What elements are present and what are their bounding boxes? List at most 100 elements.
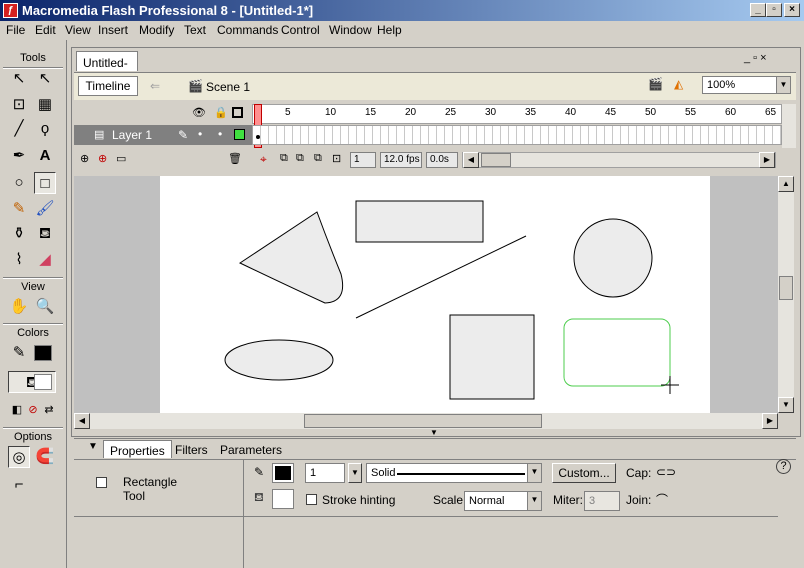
menu-window[interactable]: Window bbox=[329, 23, 372, 37]
layer-row[interactable]: ▤ Layer 1 ✎ • • bbox=[74, 125, 252, 145]
menu-text[interactable]: Text bbox=[184, 23, 206, 37]
text-tool-icon[interactable]: A bbox=[34, 145, 56, 167]
ellipse-shape[interactable] bbox=[224, 339, 334, 381]
object-drawing-icon[interactable]: ◎ bbox=[8, 446, 30, 468]
insert-folder-icon[interactable]: ▭ bbox=[116, 152, 126, 165]
menu-edit[interactable]: Edit bbox=[35, 23, 56, 37]
back-arrow-icon[interactable]: ⇐ bbox=[150, 79, 160, 93]
edit-multiple-frames-icon[interactable]: ⧉ bbox=[314, 152, 322, 165]
rectangle-shape[interactable] bbox=[355, 200, 484, 243]
menu-insert[interactable]: Insert bbox=[98, 23, 128, 37]
stage-drawing[interactable] bbox=[160, 176, 710, 413]
pen-tool-icon[interactable]: ✒ bbox=[8, 145, 30, 167]
eye-icon[interactable]: 👁 bbox=[192, 106, 206, 119]
timeline-button[interactable]: Timeline bbox=[78, 76, 138, 96]
add-motion-guide-icon[interactable]: ⊕ bbox=[98, 152, 107, 165]
stroke-color-picker[interactable] bbox=[272, 463, 294, 483]
scroll-left-icon[interactable]: ◀ bbox=[74, 413, 90, 429]
fill-color-swatch[interactable] bbox=[34, 374, 52, 390]
stroke-style-dropdown[interactable]: Solid ▼ bbox=[366, 463, 542, 483]
line-shape[interactable] bbox=[355, 235, 527, 319]
brush-tool-icon[interactable]: 🖌 bbox=[34, 198, 56, 220]
menu-file[interactable]: File bbox=[6, 23, 25, 37]
swap-colors-icon[interactable]: ⇄ bbox=[38, 399, 60, 421]
stage-hscroll[interactable]: ◀ ▶ bbox=[74, 413, 778, 429]
selected-rounded-rectangle[interactable] bbox=[563, 318, 671, 387]
outline-icon[interactable] bbox=[232, 107, 243, 118]
pencil-tool-icon[interactable]: ✎ bbox=[8, 198, 30, 220]
timeline-vscroll[interactable] bbox=[782, 104, 796, 148]
polygon-shape[interactable] bbox=[238, 211, 344, 304]
lock-icon[interactable]: 🔒 bbox=[214, 106, 228, 119]
modify-markers-icon[interactable]: ⊡ bbox=[332, 152, 341, 165]
scroll-thumb[interactable] bbox=[481, 153, 511, 167]
collapse-arrow-icon[interactable]: ▼ bbox=[88, 441, 98, 452]
close-button[interactable]: × bbox=[784, 3, 800, 17]
help-icon[interactable]: ? bbox=[776, 459, 791, 474]
add-layer-icon[interactable]: ⊕ bbox=[80, 152, 89, 165]
frame-rate[interactable]: 12.0 fps bbox=[380, 152, 422, 168]
center-frame-icon[interactable]: ⌖ bbox=[260, 152, 267, 167]
hand-tool-icon[interactable]: ✋ bbox=[8, 296, 30, 318]
tab-parameters[interactable]: Parameters bbox=[214, 440, 288, 458]
outline-color-icon[interactable] bbox=[234, 129, 245, 140]
keyframe-dot[interactable] bbox=[256, 135, 260, 139]
stroke-height-input[interactable]: 1 bbox=[305, 463, 345, 483]
stroke-hinting-checkbox[interactable] bbox=[306, 494, 317, 505]
onion-skin-icon[interactable]: ⧉ bbox=[280, 152, 288, 165]
stage[interactable] bbox=[160, 176, 710, 413]
frame-row[interactable] bbox=[252, 125, 782, 145]
eraser-tool-icon[interactable]: ◢ bbox=[34, 249, 56, 271]
onion-outlines-icon[interactable]: ⧉ bbox=[296, 152, 304, 165]
oval-tool-icon[interactable]: ○ bbox=[8, 172, 30, 194]
maximize-button[interactable]: ▫ bbox=[766, 3, 782, 17]
doc-window-controls[interactable]: _ ▫ × bbox=[744, 52, 767, 64]
subselection-tool-icon[interactable]: ↖ bbox=[34, 68, 56, 90]
scroll-right-icon[interactable]: ▶ bbox=[759, 152, 775, 168]
frame-ruler[interactable]: 1 5 10 15 20 25 30 35 40 45 50 55 60 65 bbox=[252, 104, 782, 124]
edit-scene-icon[interactable]: 🎬 bbox=[648, 77, 663, 91]
snap-to-objects-icon[interactable]: 🧲 bbox=[34, 446, 56, 468]
lasso-tool-icon[interactable]: ϙ bbox=[34, 118, 56, 140]
edit-symbols-icon[interactable]: ◭ bbox=[674, 77, 683, 91]
scroll-right-icon[interactable]: ▶ bbox=[762, 413, 778, 429]
lock-dot-icon[interactable]: • bbox=[218, 127, 222, 141]
scroll-thumb[interactable] bbox=[304, 414, 542, 428]
timeline-hscroll[interactable]: ◀ ▶ bbox=[462, 152, 776, 168]
tab-properties[interactable]: Properties bbox=[103, 440, 172, 458]
scroll-up-icon[interactable]: ▲ bbox=[778, 176, 794, 192]
scroll-down-icon[interactable]: ▼ bbox=[778, 397, 794, 413]
scale-dropdown[interactable]: Normal ▼ bbox=[464, 491, 542, 511]
scroll-thumb[interactable] bbox=[779, 276, 793, 300]
join-style-icon[interactable]: ⌒ bbox=[656, 491, 668, 508]
custom-button[interactable]: Custom... bbox=[552, 463, 616, 483]
cap-style-icon[interactable]: ⊂⊃ bbox=[656, 465, 676, 479]
eyedropper-tool-icon[interactable]: ⌇ bbox=[8, 249, 30, 271]
paint-bucket-tool-icon[interactable]: ⛾ bbox=[34, 223, 56, 245]
ink-bottle-tool-icon[interactable]: ⚱ bbox=[8, 223, 30, 245]
fill-color-picker[interactable] bbox=[272, 489, 294, 509]
minimize-button[interactable]: _ bbox=[750, 3, 766, 17]
delete-layer-icon[interactable]: 🗑 bbox=[228, 152, 242, 165]
stroke-height-slider-icon[interactable]: ▼ bbox=[348, 463, 362, 483]
menu-commands[interactable]: Commands bbox=[217, 23, 278, 37]
rectangle-tool-icon[interactable]: □ bbox=[34, 172, 56, 194]
panel-collapse-icon[interactable]: ▼ bbox=[410, 429, 458, 437]
stroke-color-swatch[interactable] bbox=[34, 345, 52, 361]
menu-help[interactable]: Help bbox=[377, 23, 402, 37]
menu-modify[interactable]: Modify bbox=[139, 23, 174, 37]
line-tool-icon[interactable]: ╱ bbox=[8, 118, 30, 140]
gradient-transform-tool-icon[interactable]: ▦ bbox=[34, 94, 56, 116]
square-shape[interactable] bbox=[449, 314, 535, 400]
free-transform-tool-icon[interactable]: ⊡ bbox=[8, 94, 30, 116]
document-tab[interactable]: Untitled-1* bbox=[76, 51, 138, 84]
tab-filters[interactable]: Filters bbox=[169, 440, 214, 458]
menu-view[interactable]: View bbox=[65, 23, 91, 37]
zoom-tool-icon[interactable]: 🔍 bbox=[34, 296, 56, 318]
visible-dot-icon[interactable]: • bbox=[198, 127, 202, 141]
zoom-dropdown[interactable]: 100% ▼ bbox=[702, 76, 791, 94]
selection-tool-icon[interactable]: ↖ bbox=[8, 68, 30, 90]
stage-vscroll[interactable]: ▲ ▼ bbox=[778, 176, 794, 413]
circle-shape[interactable] bbox=[573, 218, 653, 298]
scroll-left-icon[interactable]: ◀ bbox=[463, 152, 479, 168]
